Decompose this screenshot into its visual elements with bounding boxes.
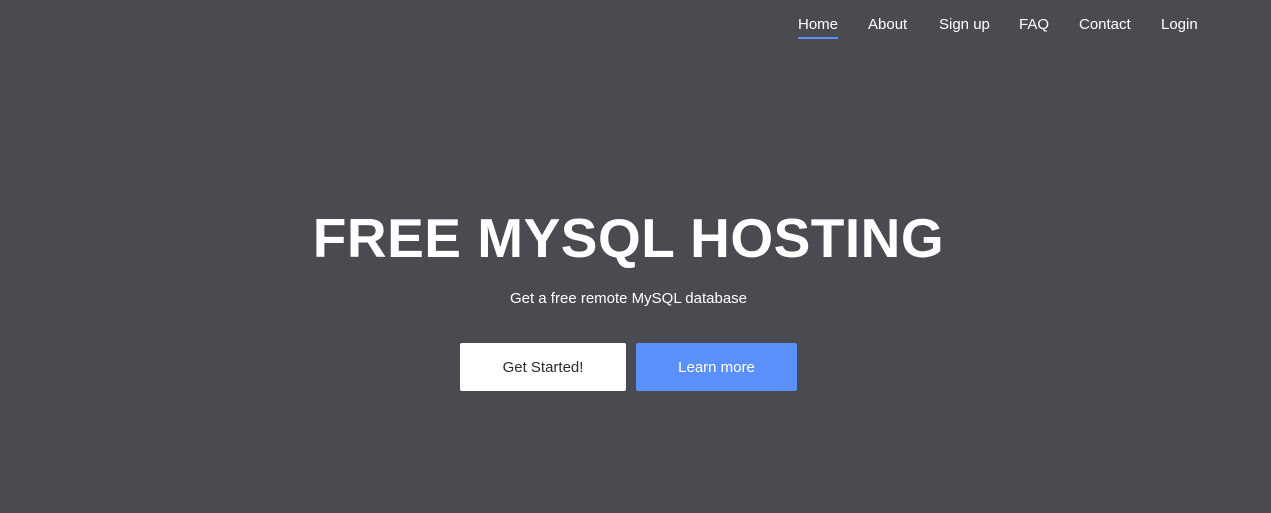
get-started-button[interactable]: Get Started! [460, 343, 626, 391]
nav-item-about[interactable]: About [868, 16, 907, 37]
learn-more-button[interactable]: Learn more [636, 343, 797, 391]
nav-item-contact[interactable]: Contact [1079, 16, 1131, 37]
nav-item-faq[interactable]: FAQ [1019, 16, 1049, 37]
hero-title: FREE MYSQL HOSTING [312, 207, 945, 269]
hero-subtitle: Get a free remote MySQL database [509, 290, 748, 307]
nav-item-login[interactable]: Login [1161, 16, 1198, 37]
nav-item-home[interactable]: Home [798, 16, 839, 39]
nav-item-sign-up[interactable]: Sign up [939, 16, 990, 37]
top-nav: Home About Sign up FAQ Contact Login [0, 0, 1271, 52]
